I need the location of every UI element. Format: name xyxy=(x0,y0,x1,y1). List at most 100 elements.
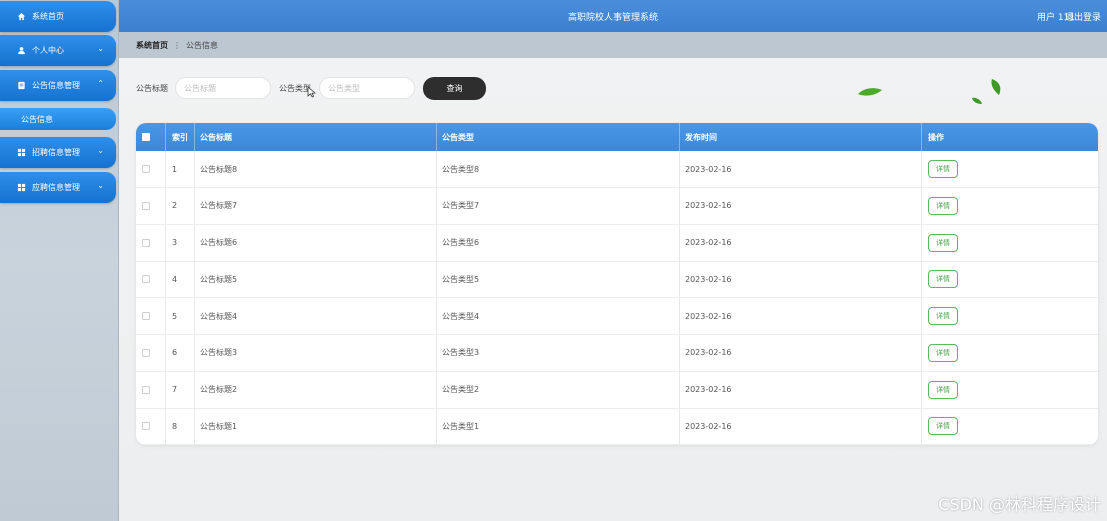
detail-button[interactable]: 详情 xyxy=(928,380,958,399)
table-header: 索引 公告标题 公告类型 发布时间 操作 xyxy=(136,123,1098,151)
detail-button[interactable]: 详情 xyxy=(928,160,958,178)
cell-type: 公告类型4 xyxy=(442,311,480,321)
column-divider xyxy=(436,224,437,261)
column-header-title[interactable]: 公告标题 xyxy=(200,123,430,151)
breadcrumb-home[interactable]: 系统首页 xyxy=(136,40,168,51)
row-checkbox[interactable] xyxy=(142,165,150,173)
column-divider xyxy=(194,371,195,408)
cell-title: 公告标题7 xyxy=(200,201,238,211)
column-divider xyxy=(921,298,922,334)
cell-type: 公告类型5 xyxy=(442,274,480,284)
column-divider xyxy=(921,187,922,224)
top-header: 高职院校人事管理系统 用户 111 退出登录 xyxy=(119,0,1107,32)
title-search-label: 公告标题 xyxy=(136,84,168,93)
leaf-decoration-icon xyxy=(991,79,1001,95)
column-divider xyxy=(436,298,437,334)
column-divider xyxy=(921,123,922,151)
search-button[interactable]: 查询 xyxy=(423,77,486,100)
column-divider xyxy=(194,123,195,151)
column-divider xyxy=(194,298,195,334)
column-header-date[interactable]: 发布时间 xyxy=(685,123,915,151)
cell-date: 2023-02-16 xyxy=(685,348,732,358)
row-checkbox-cell xyxy=(142,261,154,297)
cell-type: 公告类型8 xyxy=(442,164,480,174)
cell-date: 2023-02-16 xyxy=(685,238,732,247)
column-divider xyxy=(194,151,195,187)
column-divider xyxy=(165,334,166,371)
detail-button[interactable]: 详情 xyxy=(928,307,958,325)
sidebar-item-label: 个人中心 xyxy=(32,46,64,55)
sidebar-item-home[interactable]: 系统首页 xyxy=(0,1,116,32)
sidebar-subitem-notice-info[interactable]: 公告信息 xyxy=(0,108,116,130)
table-row: 7 公告标题2 公告类型2 2023-02-16 详情 xyxy=(136,371,1098,409)
chevron-down-icon: ⌄ xyxy=(97,44,104,53)
cell-title: 公告标题6 xyxy=(200,238,238,247)
cell-actions: 详情 xyxy=(928,372,988,408)
row-checkbox[interactable] xyxy=(142,385,150,394)
logout-link[interactable]: 退出登录 xyxy=(1065,10,1101,23)
detail-button[interactable]: 详情 xyxy=(928,233,958,252)
type-search-input[interactable]: 公告类型 xyxy=(319,77,415,99)
header-checkbox-cell xyxy=(142,123,154,151)
table-row: 8 公告标题1 公告类型1 2023-02-16 详情 xyxy=(136,408,1098,445)
column-divider xyxy=(436,187,437,224)
column-header-actions: 操作 xyxy=(928,132,944,142)
sidebar-item-notice-management[interactable]: 公告信息管理 ⌃ xyxy=(0,70,116,101)
detail-button[interactable]: 详情 xyxy=(928,270,958,289)
column-header-index[interactable]: 索引 xyxy=(172,123,194,151)
select-all-checkbox[interactable] xyxy=(142,133,150,141)
column-divider xyxy=(194,187,195,224)
cell-title: 公告标题8 xyxy=(200,164,238,174)
row-checkbox[interactable] xyxy=(142,238,150,247)
row-checkbox[interactable] xyxy=(142,422,150,431)
row-checkbox-cell xyxy=(142,408,154,444)
column-divider xyxy=(921,408,922,445)
cell-actions: 详情 xyxy=(928,298,988,334)
cell-type: 公告类型6 xyxy=(442,238,480,247)
cell-title: 公告标题2 xyxy=(200,385,238,394)
leaf-decoration-icon xyxy=(972,97,982,104)
table-row: 6 公告标题3 公告类型3 2023-02-16 详情 xyxy=(136,334,1098,372)
detail-button[interactable]: 详情 xyxy=(928,343,958,362)
row-checkbox[interactable] xyxy=(142,201,150,210)
row-checkbox-cell xyxy=(142,188,154,224)
column-divider xyxy=(436,151,437,187)
breadcrumb: 系统首页 ⋮ 公告信息 xyxy=(119,32,1107,58)
document-icon xyxy=(16,81,26,91)
column-header-type[interactable]: 公告类型 xyxy=(442,123,672,151)
sidebar-item-application-management[interactable]: 应聘信息管理 ⌄ xyxy=(0,172,116,203)
detail-button[interactable]: 详情 xyxy=(928,196,958,215)
column-divider xyxy=(679,151,680,187)
sidebar-item-recruitment-management[interactable]: 招聘信息管理 ⌄ xyxy=(0,137,116,168)
grid-icon xyxy=(16,148,26,158)
cell-index: 5 xyxy=(172,311,178,321)
cell-type: 公告类型1 xyxy=(442,421,480,431)
table-row: 3 公告标题6 公告类型6 2023-02-16 详情 xyxy=(136,224,1098,262)
table-row: 1 公告标题8 公告类型8 2023-02-16 详情 xyxy=(136,151,1098,188)
column-divider xyxy=(679,123,680,151)
row-checkbox[interactable] xyxy=(142,312,150,320)
cell-date: 2023-02-16 xyxy=(685,311,732,321)
row-checkbox[interactable] xyxy=(142,348,150,357)
row-checkbox-cell xyxy=(142,372,154,408)
column-divider xyxy=(921,334,922,371)
cell-date: 2023-02-16 xyxy=(685,385,732,394)
column-divider xyxy=(921,224,922,261)
column-divider xyxy=(679,334,680,371)
detail-button[interactable]: 详情 xyxy=(928,417,958,436)
row-checkbox[interactable] xyxy=(142,275,150,284)
cell-index: 3 xyxy=(172,238,178,247)
sidebar-item-profile[interactable]: 个人中心 ⌄ xyxy=(0,35,116,66)
cell-actions: 详情 xyxy=(928,151,988,187)
column-divider xyxy=(679,187,680,224)
title-search-input[interactable]: 公告标题 xyxy=(175,77,271,99)
column-divider xyxy=(679,298,680,334)
table-row: 5 公告标题4 公告类型4 2023-02-16 详情 xyxy=(136,298,1098,335)
user-icon xyxy=(16,46,26,56)
column-divider xyxy=(679,408,680,445)
cell-date: 2023-02-16 xyxy=(685,201,732,211)
column-divider xyxy=(165,224,166,261)
cell-title: 公告标题4 xyxy=(200,311,238,321)
main-content: 公告标题 公告标题 公告类型 公告类型 查询 索引 公告标题 公告类型 发布时间… xyxy=(119,58,1107,521)
row-checkbox-cell xyxy=(142,298,154,334)
